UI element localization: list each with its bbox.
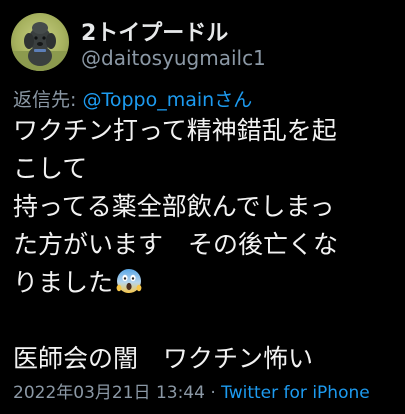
screaming-face-emoji-icon bbox=[115, 267, 143, 306]
tweet-text: ワクチン打って精神錯乱を起 こして 持ってる薬全部飲んでしまっ た方がいます そ… bbox=[13, 112, 398, 378]
tweet-text-line: こして bbox=[13, 154, 88, 183]
reply-to-line: 返信先: @Toppo_mainさん bbox=[13, 85, 252, 112]
tweet-text-line: りました bbox=[13, 268, 114, 297]
avatar[interactable] bbox=[11, 13, 69, 71]
tweet-text-line-with-emoji: りました bbox=[13, 264, 398, 302]
tweet-text-line: 医師会の闇 ワクチン怖い bbox=[13, 344, 314, 373]
tweet-text-line bbox=[13, 302, 398, 340]
tweet-time[interactable]: 13:44 bbox=[156, 383, 205, 403]
poodle-avatar-icon bbox=[11, 22, 69, 71]
reply-mention-link[interactable]: @Toppo_main bbox=[82, 89, 214, 111]
user-handle[interactable]: @daitosyugmailc1 bbox=[81, 46, 266, 70]
tweet-source-link[interactable]: Twitter for iPhone bbox=[221, 383, 370, 403]
tweet-text-line: た方がいます その後亡くな bbox=[13, 230, 339, 259]
reply-honorific: さん bbox=[214, 89, 253, 111]
meta-separator: · bbox=[210, 383, 216, 403]
tweet: 2トイプードル @daitosyugmailc1 返信先: @Toppo_mai… bbox=[0, 0, 405, 414]
tweet-text-line: ワクチン打って精神錯乱を起 bbox=[13, 116, 337, 145]
tweet-text-line: 持ってる薬全部飲んでしまっ bbox=[13, 192, 335, 221]
tweet-date[interactable]: 2022年03月21日 bbox=[13, 383, 151, 403]
display-name[interactable]: 2トイプードル bbox=[81, 15, 228, 47]
reply-prefix: 返信先: bbox=[13, 89, 77, 111]
tweet-meta: 2022年03月21日 13:44 · Twitter for iPhone bbox=[13, 378, 370, 403]
